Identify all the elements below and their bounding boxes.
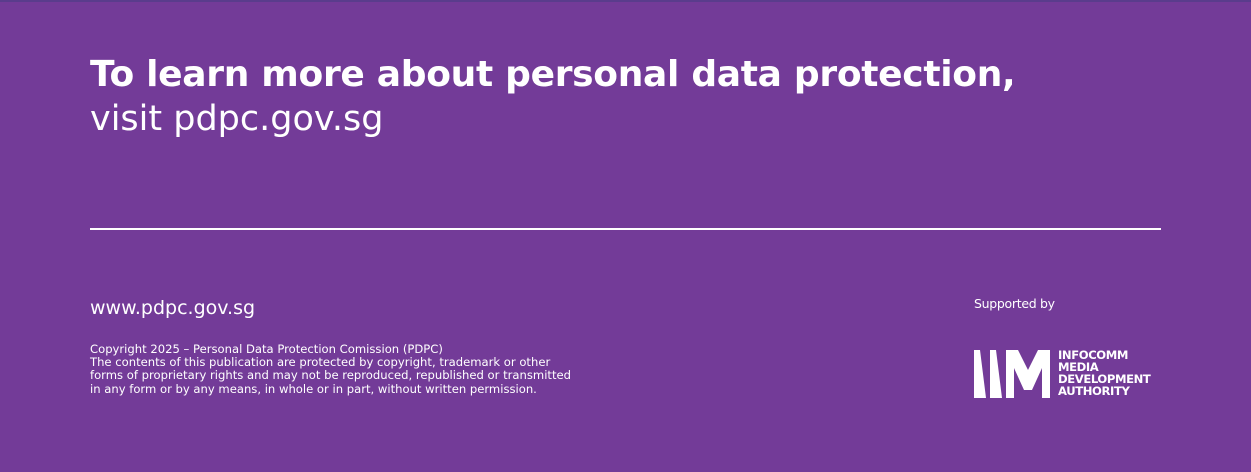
imda-logo-icon	[974, 350, 1050, 398]
page-banner: To learn more about personal data protec…	[0, 0, 1251, 472]
imda-logo: INFOCOMM MEDIA DEVELOPMENT AUTHORITY	[974, 349, 1164, 400]
imda-logo-text: INFOCOMM MEDIA DEVELOPMENT AUTHORITY	[1058, 349, 1151, 398]
copyright-line: in any form or by any means, in whole or…	[90, 381, 537, 396]
copyright-notice: Copyright 2025 – Personal Data Protectio…	[90, 342, 650, 396]
website-link[interactable]: www.pdpc.gov.sg	[90, 296, 255, 320]
copyright-line: forms of proprietary rights and may not …	[90, 368, 572, 383]
divider-line	[90, 228, 1161, 230]
headline-visit-text: visit pdpc.gov.sg	[90, 99, 384, 139]
imda-logo-line: AUTHORITY	[1058, 383, 1130, 398]
headline: To learn more about personal data protec…	[90, 52, 1170, 140]
headline-bold-text: To learn more about personal data protec…	[90, 54, 1016, 95]
top-edge-border	[0, 0, 1251, 2]
supported-by-label: Supported by	[974, 296, 1055, 311]
